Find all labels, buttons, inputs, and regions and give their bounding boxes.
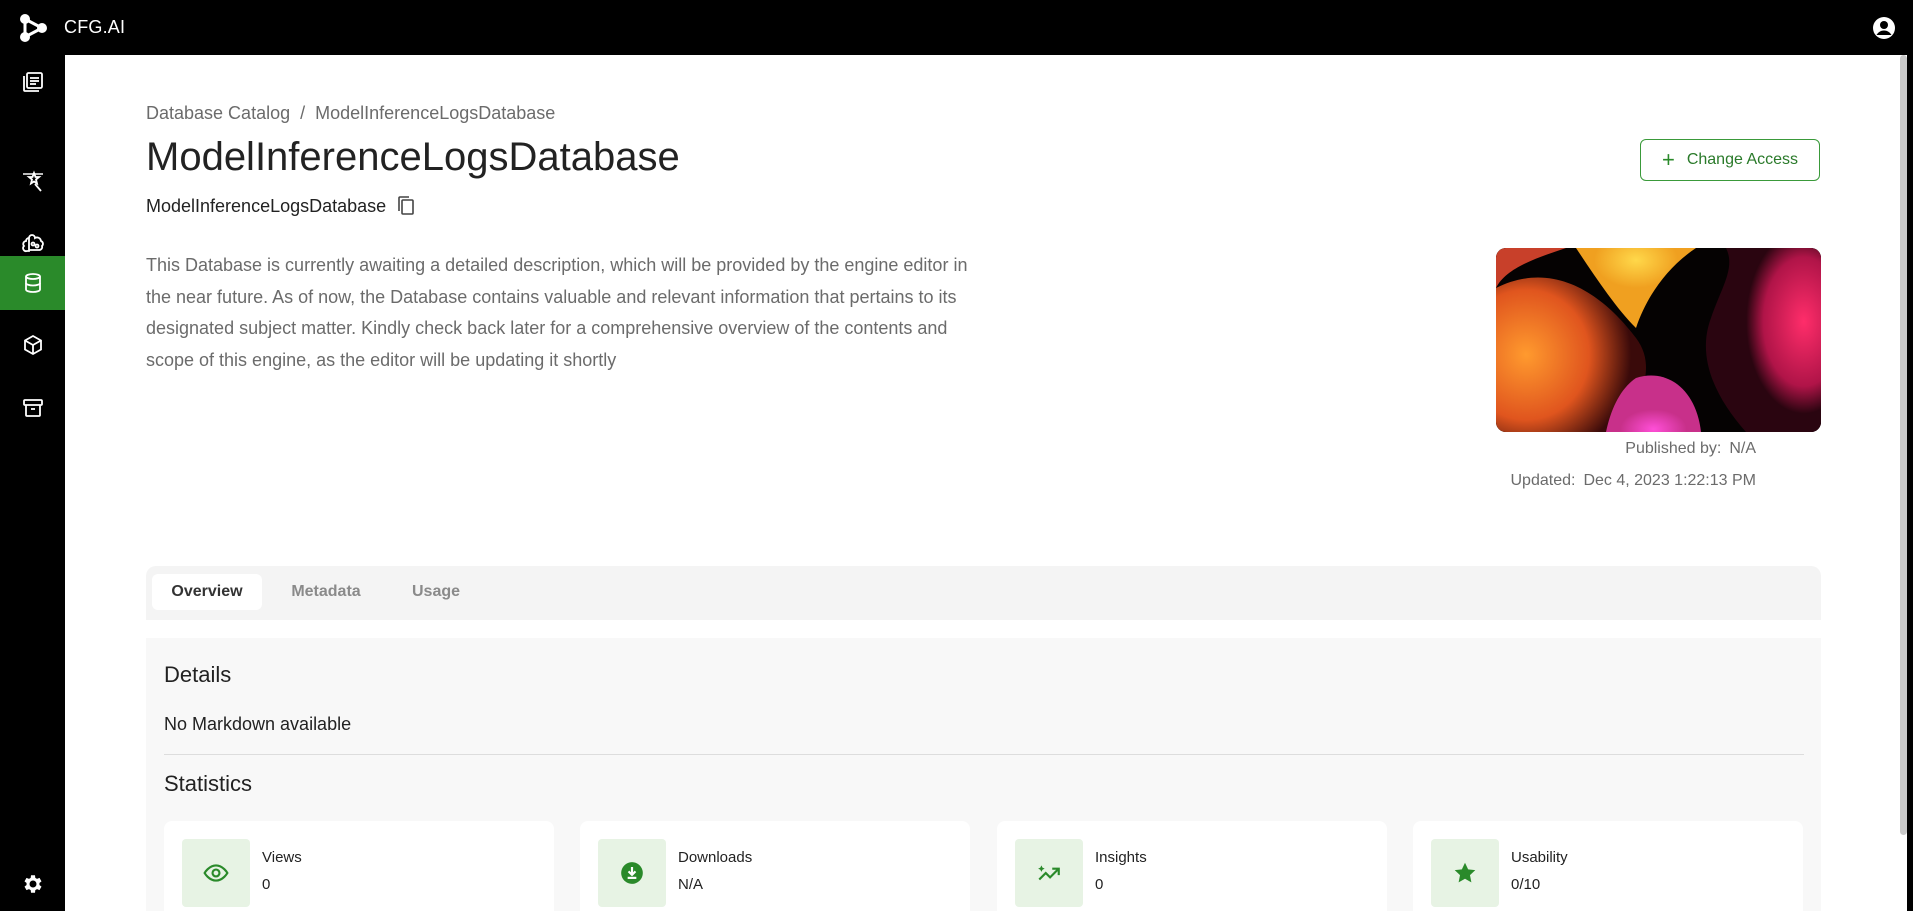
gear-icon (24, 875, 41, 893)
breadcrumb-current: ModelInferenceLogsDatabase (315, 103, 556, 123)
sidebar (0, 55, 65, 911)
stat-value: 0 (1095, 876, 1104, 893)
stat-icon-box (182, 839, 250, 907)
model-cube-icon (23, 334, 42, 356)
insights-icon (1038, 865, 1060, 881)
plus-icon: + (1661, 147, 1675, 172)
database-cover-image (1496, 248, 1821, 432)
breadcrumb-separator: / (300, 103, 306, 123)
stat-icon-box (598, 839, 666, 907)
stat-card-views: Views 0 (164, 821, 554, 911)
stat-label: Views (262, 849, 302, 866)
star-icon (1454, 862, 1476, 883)
stat-card-insights: Insights 0 (997, 821, 1387, 911)
account-icon[interactable] (1872, 16, 1896, 40)
vertical-scrollbar[interactable] (1900, 55, 1907, 835)
sidebar-item-settings[interactable] (0, 857, 65, 911)
stat-icon-box (1431, 839, 1499, 907)
archive-icon (22, 399, 43, 417)
stat-icon-box (1015, 839, 1083, 907)
app-frame: CFG.AI Database Catalog / ModelInference… (0, 0, 1913, 911)
tab-usage[interactable]: Usage (396, 574, 476, 610)
breadcrumb: Database Catalog / ModelInferenceLogsDatab… (146, 103, 565, 124)
copy-icon[interactable] (396, 195, 416, 217)
details-body: No Markdown available (164, 714, 352, 734)
change-access-button[interactable]: + Change Access (1640, 139, 1820, 181)
eye-icon (203, 864, 229, 882)
section-divider (164, 754, 1804, 755)
download-icon (621, 862, 643, 884)
tab-metadata[interactable]: Metadata (276, 574, 376, 610)
statistics-heading: Statistics (164, 771, 253, 796)
page-title: ModelInferenceLogsDatabase (146, 135, 680, 179)
stat-label: Insights (1095, 849, 1147, 866)
overview-panel: Details No Markdown available Statistics… (146, 638, 1821, 911)
stat-card-usability: Usability 0/10 (1413, 821, 1803, 911)
details-heading: Details (164, 662, 232, 687)
published-label: Published by: (1625, 440, 1722, 457)
library-icon (22, 72, 43, 92)
stat-value: 0 (262, 876, 271, 893)
stat-value: N/A (678, 876, 704, 893)
sidebar-item-databases[interactable] (0, 256, 65, 310)
published-by: Published by: N/A (1625, 440, 1756, 458)
app-name: CFG.AI (64, 17, 126, 37)
breadcrumb-root[interactable]: Database Catalog (146, 103, 290, 123)
sidebar-item-storage[interactable] (0, 318, 65, 372)
sidebar-item-prompt[interactable] (0, 155, 65, 209)
brain-icon (21, 234, 44, 253)
updated-label: Updated: (1510, 472, 1576, 489)
tab-overview[interactable]: Overview (152, 574, 262, 610)
change-access-label: Change Access (1686, 151, 1799, 168)
database-id-text: ModelInferenceLogsDatabase (146, 195, 387, 216)
main-content: Database Catalog / ModelInferenceLogsDatab… (65, 55, 1907, 911)
updated-value: Dec 4, 2023 1:22:13 PM (1583, 472, 1756, 489)
database-id: ModelInferenceLogsDatabase (146, 195, 416, 217)
prompt-icon (26, 170, 42, 192)
updated-at: Updated: Dec 4, 2023 1:22:13 PM (1511, 472, 1757, 490)
stat-value: 0/10 (1511, 876, 1541, 893)
stat-label: Usability (1511, 849, 1568, 866)
published-value: N/A (1729, 440, 1756, 457)
database-description: This Database is currently awaiting a de… (146, 255, 968, 370)
top-bar: CFG.AI (0, 0, 1913, 55)
stat-card-downloads: Downloads N/A (580, 821, 970, 911)
stat-label: Downloads (678, 849, 753, 866)
logo-icon[interactable] (18, 14, 48, 42)
tab-bar: Overview Metadata Usage (146, 566, 1821, 620)
sidebar-item-library[interactable] (0, 55, 65, 109)
database-icon (24, 273, 41, 293)
sidebar-item-archive[interactable] (0, 381, 65, 435)
